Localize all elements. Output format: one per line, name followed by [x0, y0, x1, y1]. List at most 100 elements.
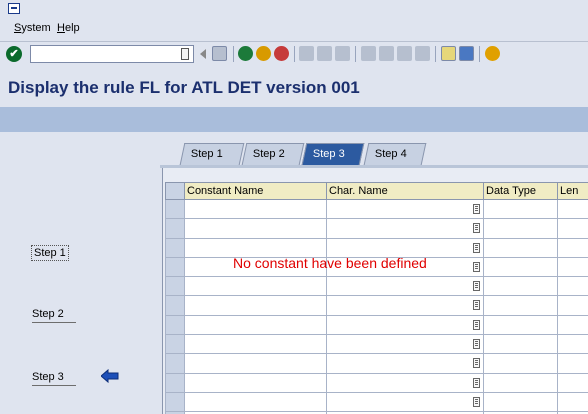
row-selector[interactable]: [165, 218, 185, 239]
data-type-cell[interactable]: [483, 295, 558, 316]
data-type-cell[interactable]: [483, 391, 558, 413]
len-cell[interactable]: [557, 198, 588, 220]
select-all-cell[interactable]: [165, 182, 185, 200]
value-help-icon[interactable]: [473, 242, 480, 253]
next-page-icon[interactable]: [397, 46, 412, 61]
step-3-link[interactable]: Step 3: [32, 371, 76, 386]
menu-help[interactable]: Help: [57, 22, 80, 34]
save-icon[interactable]: [212, 46, 227, 61]
data-type-cell[interactable]: [483, 218, 558, 239]
char-name-cell[interactable]: [326, 334, 484, 355]
constant-name-cell[interactable]: [184, 198, 327, 220]
value-help-icon[interactable]: [473, 377, 480, 388]
constant-name-cell[interactable]: [184, 314, 327, 336]
system-menu-icon[interactable]: [8, 3, 20, 14]
toolbar-separator: [479, 46, 480, 62]
data-type-cell[interactable]: [483, 237, 558, 258]
len-cell[interactable]: [557, 256, 588, 278]
column-header-len[interactable]: Len: [557, 182, 588, 200]
previous-page-icon[interactable]: [379, 46, 394, 61]
back-icon[interactable]: [238, 46, 253, 61]
len-cell[interactable]: [557, 391, 588, 413]
row-selector[interactable]: [165, 391, 185, 413]
value-help-icon[interactable]: [473, 396, 480, 407]
row-selector[interactable]: [165, 334, 185, 355]
len-cell[interactable]: [557, 237, 588, 258]
data-type-cell[interactable]: [483, 314, 558, 336]
create-session-icon[interactable]: [441, 46, 456, 61]
char-name-cell[interactable]: [326, 295, 484, 316]
back-arrow-small-icon[interactable]: [198, 48, 208, 60]
len-cell[interactable]: [557, 276, 588, 297]
len-cell[interactable]: [557, 353, 588, 374]
value-help-icon[interactable]: [473, 339, 480, 350]
data-type-cell[interactable]: [483, 276, 558, 297]
data-type-cell[interactable]: [483, 372, 558, 393]
constant-name-cell[interactable]: [184, 295, 327, 316]
tab-step-2[interactable]: Step 2: [241, 143, 305, 165]
help-icon[interactable]: [485, 46, 500, 61]
step-2-link[interactable]: Step 2: [32, 308, 76, 323]
char-name-cell[interactable]: [326, 391, 484, 413]
row-selector[interactable]: [165, 276, 185, 297]
row-selector[interactable]: [165, 256, 185, 278]
len-cell[interactable]: [557, 295, 588, 316]
len-cell[interactable]: [557, 218, 588, 239]
table-row: [165, 372, 588, 393]
tab-step-1[interactable]: Step 1: [179, 143, 245, 165]
row-selector[interactable]: [165, 198, 185, 220]
row-selector[interactable]: [165, 237, 185, 258]
constant-name-cell[interactable]: [184, 353, 327, 374]
value-help-icon[interactable]: [473, 300, 480, 311]
menu-system[interactable]: System: [14, 22, 51, 34]
tab-step-3[interactable]: Step 3: [301, 143, 365, 165]
exit-icon[interactable]: [256, 46, 271, 61]
column-header-data-type[interactable]: Data Type: [483, 182, 558, 200]
char-name-cell[interactable]: [326, 276, 484, 297]
len-cell[interactable]: [557, 314, 588, 336]
row-selector[interactable]: [165, 295, 185, 316]
column-header-char-name[interactable]: Char. Name: [326, 182, 484, 200]
data-type-cell[interactable]: [483, 353, 558, 374]
data-type-cell[interactable]: [483, 334, 558, 355]
command-field[interactable]: [30, 45, 194, 63]
constant-name-cell[interactable]: [184, 372, 327, 393]
column-header-constant-name[interactable]: Constant Name: [184, 182, 327, 200]
value-help-icon[interactable]: [473, 204, 480, 214]
row-selector[interactable]: [165, 353, 185, 374]
tab-step-4[interactable]: Step 4: [363, 143, 427, 165]
constant-name-cell[interactable]: [184, 276, 327, 297]
value-help-icon[interactable]: [473, 319, 480, 330]
enter-checkmark-icon[interactable]: ✔: [6, 46, 22, 62]
char-name-cell[interactable]: [326, 314, 484, 336]
char-name-cell[interactable]: [326, 218, 484, 239]
value-help-icon[interactable]: [473, 358, 480, 369]
cancel-icon[interactable]: [274, 46, 289, 61]
last-page-icon[interactable]: [415, 46, 430, 61]
shortcut-icon[interactable]: [459, 46, 474, 61]
data-type-cell[interactable]: [483, 256, 558, 278]
char-name-cell[interactable]: [326, 372, 484, 393]
find-next-icon[interactable]: [335, 46, 350, 61]
page-title: Display the rule FL for ATL DET version …: [8, 78, 360, 97]
print-icon[interactable]: [299, 46, 314, 61]
constant-name-cell[interactable]: [184, 391, 327, 413]
len-cell[interactable]: [557, 334, 588, 355]
table-row: [165, 334, 588, 355]
constant-name-cell[interactable]: [184, 334, 327, 355]
row-selector[interactable]: [165, 372, 185, 393]
value-help-icon[interactable]: [473, 261, 480, 272]
value-help-icon[interactable]: [473, 223, 480, 234]
step-1-button[interactable]: Step 1: [31, 245, 69, 261]
first-page-icon[interactable]: [361, 46, 376, 61]
char-name-cell[interactable]: [326, 198, 484, 220]
command-history-icon[interactable]: [181, 48, 189, 60]
find-icon[interactable]: [317, 46, 332, 61]
value-help-icon[interactable]: [473, 281, 480, 292]
table-row: [165, 218, 588, 239]
row-selector[interactable]: [165, 314, 185, 336]
constant-name-cell[interactable]: [184, 218, 327, 239]
len-cell[interactable]: [557, 372, 588, 393]
data-type-cell[interactable]: [483, 198, 558, 220]
char-name-cell[interactable]: [326, 353, 484, 374]
